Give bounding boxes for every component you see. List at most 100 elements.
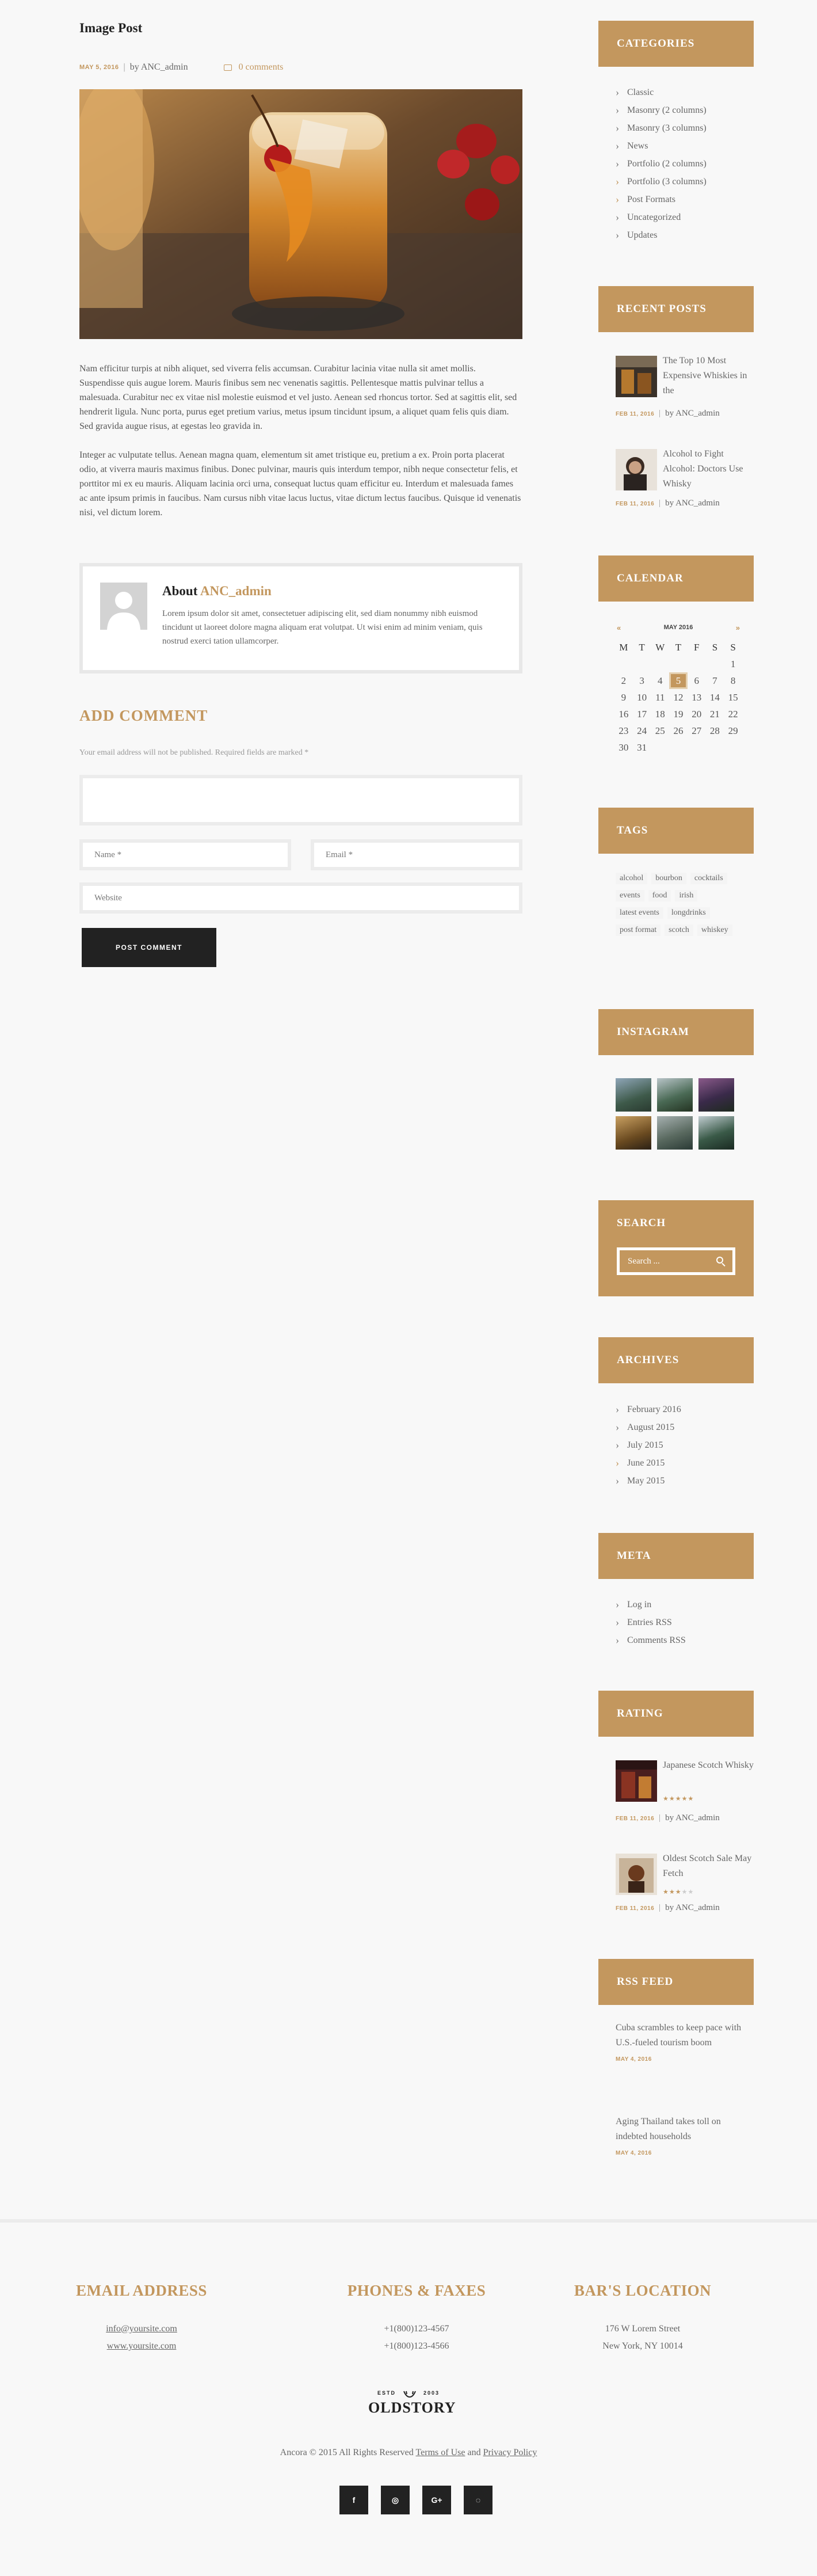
calendar-day[interactable]: 2: [614, 672, 633, 689]
tag-link[interactable]: scotch: [665, 924, 693, 936]
archive-item[interactable]: August 2015: [616, 1418, 754, 1436]
recent-post-date[interactable]: FEB 11, 2016: [616, 411, 654, 417]
post-thumbnail[interactable]: [616, 356, 657, 397]
facebook-icon[interactable]: f: [339, 2486, 368, 2514]
calendar-prev-button[interactable]: «: [614, 623, 623, 632]
calendar-day[interactable]: 6: [688, 672, 706, 689]
google-plus-icon[interactable]: G+: [422, 2486, 451, 2514]
calendar-day[interactable]: 25: [651, 722, 669, 739]
rating-post-author[interactable]: by ANC_admin: [665, 1903, 720, 1912]
terms-link[interactable]: Terms of Use: [416, 2448, 465, 2457]
calendar-day[interactable]: 14: [706, 689, 724, 706]
rss-item[interactable]: Cuba scrambles to keep pace with U.S.-fu…: [616, 2021, 748, 2063]
tag-link[interactable]: post format: [616, 924, 661, 936]
calendar-day[interactable]: 27: [688, 722, 706, 739]
instagram-photo[interactable]: [698, 1078, 734, 1112]
recent-post-author[interactable]: by ANC_admin: [665, 499, 720, 508]
rss-item[interactable]: Aging Thailand takes toll on indebted ho…: [616, 2114, 748, 2156]
calendar-day[interactable]: 28: [706, 722, 724, 739]
recent-post-author[interactable]: by ANC_admin: [665, 409, 720, 418]
calendar-day[interactable]: 17: [633, 706, 651, 722]
post-comments-link[interactable]: 0 comments: [239, 62, 284, 73]
website-link[interactable]: www.yoursite.com: [55, 2338, 228, 2355]
recent-post-title[interactable]: Alcohol to Fight Alcohol: Doctors Use Wh…: [663, 447, 754, 492]
recent-post-title[interactable]: The Top 10 Most Expensive Whiskies in th…: [663, 353, 754, 398]
calendar-day[interactable]: 21: [706, 706, 724, 722]
category-item[interactable]: Uncategorized: [616, 208, 754, 226]
calendar-day[interactable]: 24: [633, 722, 651, 739]
post-thumbnail[interactable]: [616, 449, 657, 490]
category-item[interactable]: Classic: [616, 83, 754, 101]
instagram-photo[interactable]: [698, 1116, 734, 1150]
post-thumbnail[interactable]: [616, 1854, 657, 1895]
archive-item[interactable]: July 2015: [616, 1436, 754, 1454]
instagram-photo[interactable]: [657, 1078, 693, 1112]
email-link[interactable]: info@yoursite.com: [55, 2320, 228, 2338]
meta-item[interactable]: Entries RSS: [616, 1614, 754, 1631]
search-input[interactable]: Search ...: [617, 1247, 735, 1275]
calendar-day[interactable]: 4: [651, 672, 669, 689]
archive-item[interactable]: February 2016: [616, 1401, 754, 1418]
post-date[interactable]: MAY 5, 2016: [79, 64, 119, 71]
rss-item-title[interactable]: Cuba scrambles to keep pace with U.S.-fu…: [616, 2021, 748, 2050]
meta-item[interactable]: Log in: [616, 1596, 754, 1614]
calendar-day[interactable]: 15: [724, 689, 742, 706]
category-item[interactable]: News: [616, 137, 754, 155]
calendar-day[interactable]: 19: [669, 706, 688, 722]
tag-link[interactable]: whiskey: [697, 924, 732, 936]
recent-post-date[interactable]: FEB 11, 2016: [616, 501, 654, 507]
calendar-day[interactable]: 7: [706, 672, 724, 689]
website-field[interactable]: Website: [79, 882, 522, 914]
search-icon[interactable]: [716, 1257, 723, 1264]
calendar-day[interactable]: 31: [633, 739, 651, 756]
calendar-day[interactable]: 30: [614, 739, 633, 756]
calendar-day[interactable]: 29: [724, 722, 742, 739]
tag-link[interactable]: irish: [675, 890, 698, 901]
calendar-day[interactable]: 23: [614, 722, 633, 739]
calendar-day[interactable]: 1: [724, 656, 742, 672]
post-author[interactable]: by ANC_admin: [130, 62, 188, 73]
category-item[interactable]: Portfolio (3 columns): [616, 173, 754, 191]
calendar-day[interactable]: 18: [651, 706, 669, 722]
rss-item-title[interactable]: Aging Thailand takes toll on indebted ho…: [616, 2114, 748, 2144]
tag-link[interactable]: alcohol: [616, 873, 648, 884]
tag-link[interactable]: bourbon: [651, 873, 686, 884]
calendar-next-button[interactable]: »: [734, 623, 742, 632]
rating-post-author[interactable]: by ANC_admin: [665, 1813, 720, 1822]
rating-post-date[interactable]: FEB 11, 2016: [616, 1905, 654, 1912]
calendar-day[interactable]: 16: [614, 706, 633, 722]
tag-link[interactable]: longdrinks: [667, 907, 710, 919]
author-name-link[interactable]: ANC_admin: [200, 584, 272, 598]
calendar-day[interactable]: 26: [669, 722, 688, 739]
tag-link[interactable]: latest events: [616, 907, 663, 919]
comment-textarea[interactable]: [79, 775, 522, 825]
calendar-day[interactable]: 13: [688, 689, 706, 706]
privacy-link[interactable]: Privacy Policy: [483, 2448, 537, 2457]
calendar-day[interactable]: 22: [724, 706, 742, 722]
tag-link[interactable]: food: [648, 890, 671, 901]
footer-logo[interactable]: ESTD 2003 OLDSTORY: [368, 2390, 456, 2417]
instagram-photo[interactable]: [616, 1078, 651, 1112]
instagram-photo[interactable]: [616, 1116, 651, 1150]
archive-item[interactable]: May 2015: [616, 1472, 754, 1490]
archive-item[interactable]: June 2015: [616, 1454, 754, 1472]
tag-link[interactable]: events: [616, 890, 644, 901]
category-item[interactable]: Updates: [616, 226, 754, 244]
rating-post-date[interactable]: FEB 11, 2016: [616, 1816, 654, 1822]
post-title[interactable]: Image Post: [79, 21, 142, 36]
instagram-icon[interactable]: ◎: [381, 2486, 410, 2514]
calendar-day[interactable]: 12: [669, 689, 688, 706]
meta-item[interactable]: Comments RSS: [616, 1631, 754, 1649]
rating-post-title[interactable]: Oldest Scotch Sale May Fetch: [663, 1851, 754, 1881]
email-field[interactable]: Email *: [311, 839, 522, 870]
post-comment-button[interactable]: POST COMMENT: [82, 928, 216, 967]
category-item[interactable]: Post Formats: [616, 191, 754, 208]
category-item[interactable]: Masonry (3 columns): [616, 119, 754, 137]
rating-post-title[interactable]: Japanese Scotch Whisky: [663, 1758, 754, 1773]
calendar-day[interactable]: 3: [633, 672, 651, 689]
calendar-day-today[interactable]: 5: [669, 672, 688, 689]
name-field[interactable]: Name *: [79, 839, 291, 870]
post-thumbnail[interactable]: [616, 1760, 657, 1802]
tripadvisor-icon[interactable]: ◌: [464, 2486, 493, 2514]
category-item[interactable]: Masonry (2 columns): [616, 101, 754, 119]
